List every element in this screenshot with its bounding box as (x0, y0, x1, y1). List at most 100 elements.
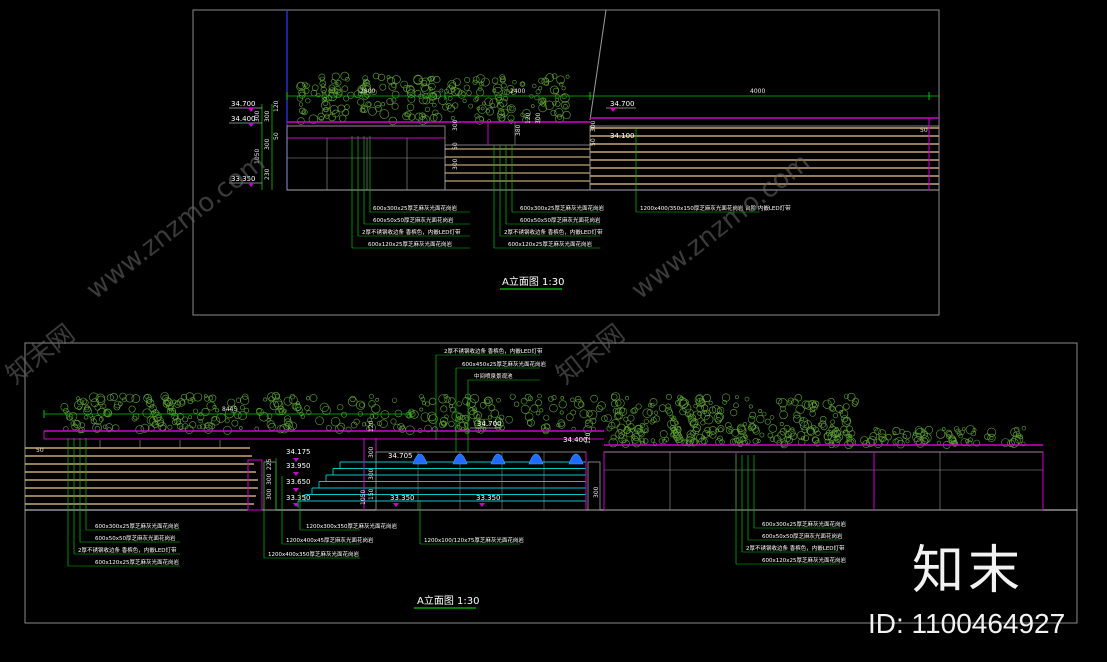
shrub (526, 420, 533, 426)
shrub (562, 110, 571, 120)
shrub (849, 430, 856, 437)
shrub (400, 80, 409, 89)
shrub (440, 405, 448, 413)
shrub (579, 409, 589, 419)
bottom-dim-c1: 120 (368, 420, 375, 432)
shrub (263, 397, 268, 402)
bottom-level-8: 33.350 (390, 494, 415, 502)
top-dim-right-3: 50 (920, 127, 928, 134)
shrub (1021, 426, 1027, 431)
shrub (561, 94, 567, 100)
shrub (375, 397, 380, 402)
shrub (268, 422, 276, 431)
bottom-note-step-3: 1200x400x350厚芝麻灰光面花岗岩 (268, 550, 360, 558)
shrub (419, 407, 424, 412)
shrub (756, 415, 765, 424)
top-dim-right-2: 50 (590, 138, 597, 146)
top-dim-mid-4: 380 (515, 124, 522, 136)
top-level-1: 34.700 (231, 100, 256, 108)
bottom-note-right-3: 2厚不锈钢收边条 香槟色，内嵌LED灯带 (746, 544, 845, 552)
shrub (554, 108, 564, 118)
shrub (193, 392, 203, 402)
shrub (752, 427, 760, 435)
shrub (103, 408, 112, 417)
shrub (527, 395, 534, 402)
shrub (439, 88, 444, 93)
shrub (321, 405, 331, 415)
top-note-mid-4: 600x120x25厚芝麻灰光面花岗岩 (508, 240, 593, 248)
shrub (769, 415, 775, 420)
shrub (759, 432, 765, 438)
shrub (708, 400, 713, 405)
shrub (530, 104, 535, 108)
bottom-level-4: 33.950 (286, 462, 311, 470)
shrub (485, 398, 490, 404)
shrub (288, 395, 298, 405)
top-title: A立面图 1:30 (502, 275, 564, 288)
shrub (717, 425, 725, 433)
top-dim-right-1: 300 (590, 120, 597, 132)
top-dim-mid-3: 300 (452, 158, 459, 170)
shrub (784, 435, 791, 443)
shrub (537, 393, 542, 399)
top-level-4: 34.700 (610, 100, 635, 108)
shrub (369, 393, 374, 399)
shrub (565, 74, 570, 79)
shrub (905, 439, 910, 444)
shrub (391, 97, 397, 103)
shrub (570, 409, 577, 416)
shrub (590, 394, 598, 403)
shrub (635, 403, 642, 410)
top-section-line (589, 9, 607, 121)
shrub (101, 403, 107, 409)
shrub (777, 431, 786, 440)
shrub (135, 425, 145, 435)
shrub (325, 424, 332, 431)
shrub (745, 439, 751, 445)
shrub (724, 422, 732, 429)
shrub (243, 407, 250, 414)
shrub (414, 90, 422, 97)
shrub (830, 419, 836, 425)
bottom-note-left-4: 600x120x25厚芝麻灰光面花岗岩 (95, 558, 180, 566)
shrub (552, 87, 560, 94)
shrub (899, 429, 905, 435)
shrub (735, 395, 739, 400)
shrub (809, 410, 816, 417)
shrub (380, 410, 390, 420)
shrub (468, 103, 474, 109)
fountain-jet (412, 453, 428, 465)
shrub (538, 86, 543, 91)
shrub (335, 80, 342, 86)
shrub (78, 426, 85, 434)
bottom-top-note-2: 600x450x25厚芝麻灰光面花岗岩 (462, 360, 547, 368)
shrub (941, 427, 946, 431)
shrub (791, 398, 799, 406)
shrub (725, 426, 734, 434)
shrub (551, 395, 557, 401)
shrub (742, 422, 748, 427)
step-pier (247, 459, 263, 511)
shrub (462, 98, 467, 103)
shrub (60, 403, 69, 411)
shrub (721, 393, 731, 402)
bottom-dim-c5: 1050 (360, 490, 367, 505)
shrub (76, 398, 83, 405)
top-note-mid-1: 600x300x25厚芝麻灰光面花岗岩 (520, 204, 605, 212)
shrub (478, 116, 484, 122)
shrub (304, 405, 310, 411)
shrub (374, 101, 382, 108)
shrub (448, 420, 455, 428)
bottom-dim-c4: 150 (368, 488, 375, 500)
shrub (319, 402, 329, 413)
shrub (343, 95, 350, 102)
shrub (549, 404, 558, 413)
shrub (769, 436, 776, 442)
top-dim-e: 300 (264, 138, 271, 150)
shrub (697, 411, 702, 416)
top-span-3: 4000 (750, 88, 765, 95)
shrub (344, 104, 350, 110)
shrub (70, 421, 76, 426)
shrub (502, 96, 508, 102)
shrub (730, 409, 738, 417)
